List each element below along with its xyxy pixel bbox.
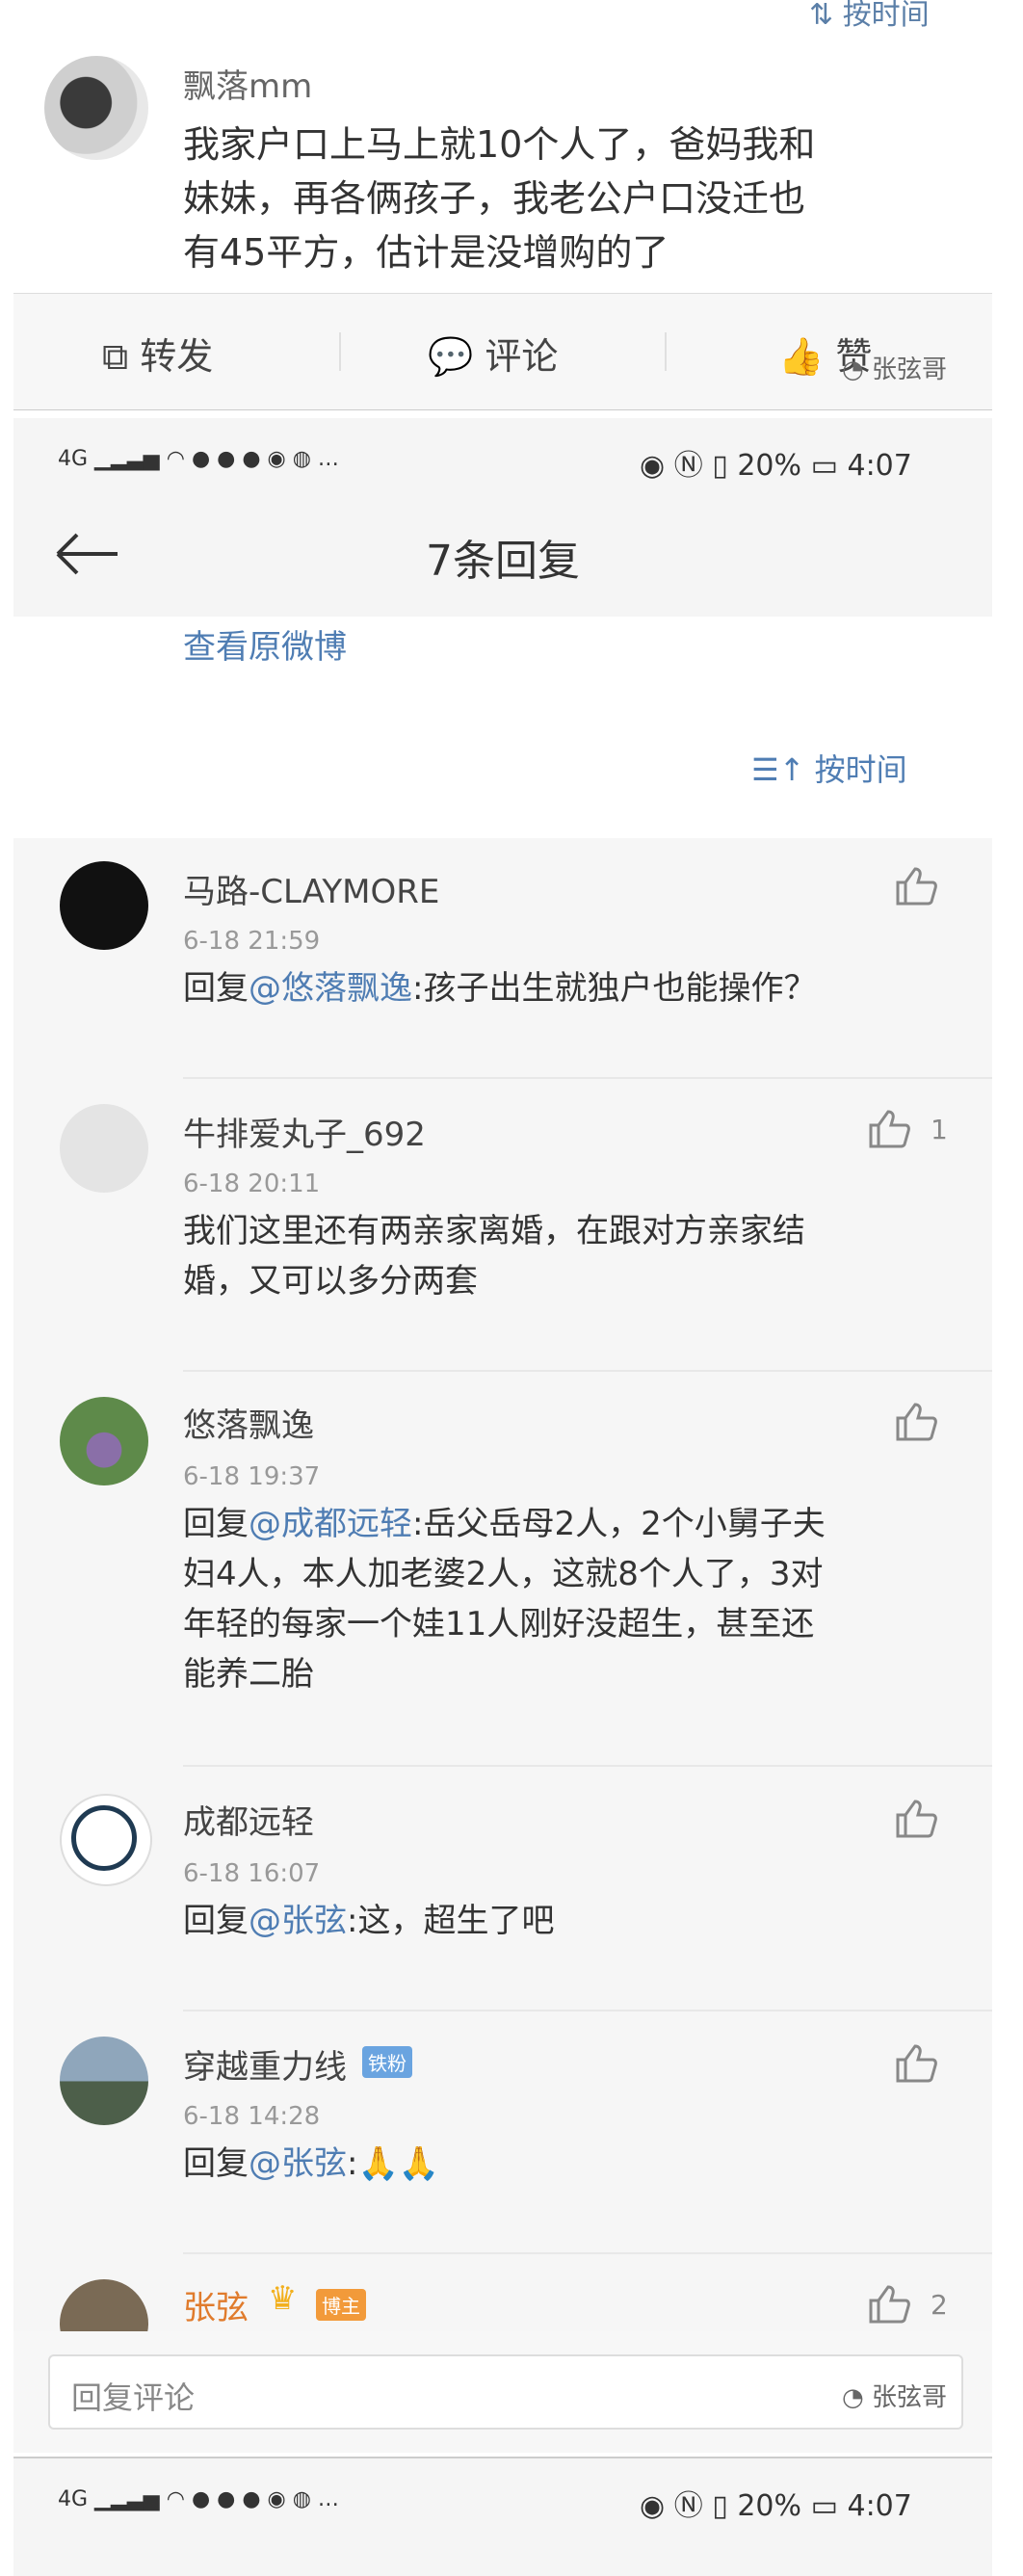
battery-percent: 20%: [737, 2489, 802, 2523]
reply-placeholder: 回复评论: [71, 2379, 196, 2416]
avatar[interactable]: [60, 1794, 152, 1886]
action-bar: ⧉ 转发 💬 评论 👍 赞 ◔ 张弦哥: [13, 293, 992, 410]
reply-username[interactable]: 马路-CLAYMORE: [183, 865, 439, 912]
original-text-line: 妹妹，再各俩孩子，我老公户口没迁也: [183, 177, 806, 220]
thumb-up-icon: 👍: [778, 335, 825, 378]
thumb-up-icon[interactable]: [894, 865, 938, 907]
mention-link[interactable]: @成都远轻: [249, 1505, 412, 1543]
battery-percent: 20%: [737, 449, 802, 483]
original-text-line: 我家户口上马上就10个人了，爸妈我和: [183, 123, 816, 166]
page-title: 7条回复: [426, 537, 580, 586]
divider: [183, 1370, 992, 1372]
avatar[interactable]: [44, 56, 148, 160]
original-username[interactable]: 飘落mm: [183, 60, 312, 107]
forward-icon: ⧉: [102, 335, 129, 378]
avatar[interactable]: [60, 2037, 148, 2125]
reply-text: 回复@张弦:这，超生了吧: [183, 1902, 555, 1940]
divider: [665, 332, 667, 371]
owner-badge: 博主: [316, 2289, 366, 2321]
original-text-line: 有45平方，估计是没增购的了: [183, 231, 669, 274]
thumb-up-icon[interactable]: [867, 1108, 911, 1150]
reply-input[interactable]: 回复评论: [48, 2354, 963, 2430]
mention-link[interactable]: @张弦: [249, 1902, 347, 1940]
wifi-icon: ◠: [166, 447, 185, 471]
clock: 4:07: [847, 2489, 912, 2523]
nfc-icon: Ⓝ: [673, 2489, 703, 2523]
thumb-up-icon[interactable]: [894, 1798, 938, 1840]
reply-time: 6-18 14:28: [183, 2102, 321, 2131]
reply-username[interactable]: 张弦: [183, 2281, 249, 2328]
sort-icon: ☰↑: [751, 751, 805, 788]
divider: [339, 332, 341, 371]
wechat-icon: ◔: [842, 2383, 864, 2412]
thumb-up-icon[interactable]: [867, 2283, 911, 2326]
eye-icon: ◉: [640, 449, 666, 483]
reply-list: 马路-CLAYMORE 6-18 21:59 回复@悠落飘逸:孩子出生就独户也能…: [13, 838, 992, 2368]
avatar[interactable]: [60, 861, 148, 950]
signal-icon: ▁▂▃▅: [94, 447, 160, 471]
reply-username[interactable]: 悠落飘逸: [183, 1399, 314, 1446]
divider: [183, 1077, 992, 1079]
like-count: 2: [931, 2289, 948, 2321]
forward-button[interactable]: ⧉ 转发: [102, 327, 213, 380]
mention-link[interactable]: @张弦: [249, 2144, 347, 2183]
battery-icon: ▭: [810, 449, 838, 483]
comment-button[interactable]: 💬 评论: [428, 327, 558, 380]
reply-username[interactable]: 成都远轻: [183, 1796, 314, 1843]
brand-logo: [71, 1805, 137, 1871]
reply-username[interactable]: 穿越重力线: [183, 2040, 347, 2088]
vibrate-icon: ▯: [712, 2489, 728, 2523]
sub-header: 查看原微博 ☰↑ 按时间: [13, 617, 992, 838]
like-count: 1: [931, 1114, 948, 1145]
reply-text: 我们这里还有两亲家离婚，在跟对方亲家结 婚，又可以多分两套: [183, 1212, 805, 1301]
avatar[interactable]: [60, 1397, 148, 1485]
status-right: ◉ Ⓝ ▯ 20% ▭ 4:07: [640, 2482, 912, 2524]
original-text: 我家户口上马上就10个人了，爸妈我和 妹妹，再各俩孩子，我老公户口没迁也 有45…: [183, 118, 815, 279]
sort-button[interactable]: ☰↑ 按时间: [751, 746, 907, 790]
eye-icon: ◉: [640, 2489, 666, 2523]
sort-button-top[interactable]: ⇅ 按时间: [809, 0, 930, 33]
status-right: ◉ Ⓝ ▯ 20% ▭ 4:07: [640, 441, 912, 484]
app-icons: ● ● ● ◉ ◍ …: [191, 2487, 339, 2511]
fan-badge: 铁粉: [362, 2046, 412, 2078]
network-label: 4G: [58, 447, 89, 471]
crown-icon: ♛: [268, 2279, 298, 2318]
reply-time: 6-18 20:11: [183, 1170, 321, 1198]
divider: [183, 1765, 992, 1767]
reply-text: 回复@张弦:🙏🙏: [183, 2144, 440, 2183]
avatar[interactable]: [60, 1104, 148, 1193]
divider: [183, 2010, 992, 2011]
reply-time: 6-18 16:07: [183, 1859, 321, 1888]
status-left-icons: 4G ▁▂▃▅ ◠ ● ● ● ◉ ◍ …: [58, 447, 339, 471]
wechat-icon: ◔: [842, 355, 864, 384]
thumb-up-icon[interactable]: [894, 1401, 938, 1443]
wifi-icon: ◠: [166, 2487, 185, 2511]
watermark: ◔ 张弦哥: [842, 2383, 947, 2412]
comment-icon: 💬: [428, 335, 474, 378]
header: 7条回复: [13, 495, 992, 618]
mention-link[interactable]: @悠落飘逸: [249, 969, 412, 1008]
reply-time: 6-18 21:59: [183, 927, 321, 956]
signal-icon: ▁▂▃▅: [94, 2487, 160, 2511]
network-label: 4G: [58, 2487, 89, 2511]
status-bar: 4G ▁▂▃▅ ◠ ● ● ● ◉ ◍ … ◉ Ⓝ ▯ 20% ▭ 4:07: [13, 418, 992, 501]
reply-time: 6-18 19:37: [183, 1462, 321, 1491]
vibrate-icon: ▯: [712, 449, 728, 483]
status-bar: 4G ▁▂▃▅ ◠ ● ● ● ◉ ◍ … ◉ Ⓝ ▯ 20% ▭ 4:07: [13, 2457, 992, 2576]
reply-text: 回复@成都远轻:岳父岳母2人，2个小舅子夫 妇4人，本人加老婆2人，这就8个人了…: [183, 1505, 826, 1694]
reply-text: 回复@悠落飘逸:孩子出生就独户也能操作？: [183, 969, 817, 1008]
nfc-icon: Ⓝ: [673, 449, 703, 483]
divider: [183, 2252, 992, 2254]
app-icons: ● ● ● ◉ ◍ …: [191, 447, 339, 471]
thumb-up-icon[interactable]: [894, 2042, 938, 2085]
reply-username[interactable]: 牛排爱丸子_692: [183, 1108, 426, 1155]
clock: 4:07: [847, 449, 912, 483]
view-original-link[interactable]: 查看原微博: [183, 620, 347, 668]
watermark: ◔ 张弦哥: [842, 355, 947, 384]
sort-icon: ⇅: [809, 0, 834, 32]
status-left-icons: 4G ▁▂▃▅ ◠ ● ● ● ◉ ◍ …: [58, 2487, 339, 2511]
reply-bar: 回复评论 ◔ 张弦哥: [13, 2331, 992, 2453]
battery-icon: ▭: [810, 2489, 838, 2523]
